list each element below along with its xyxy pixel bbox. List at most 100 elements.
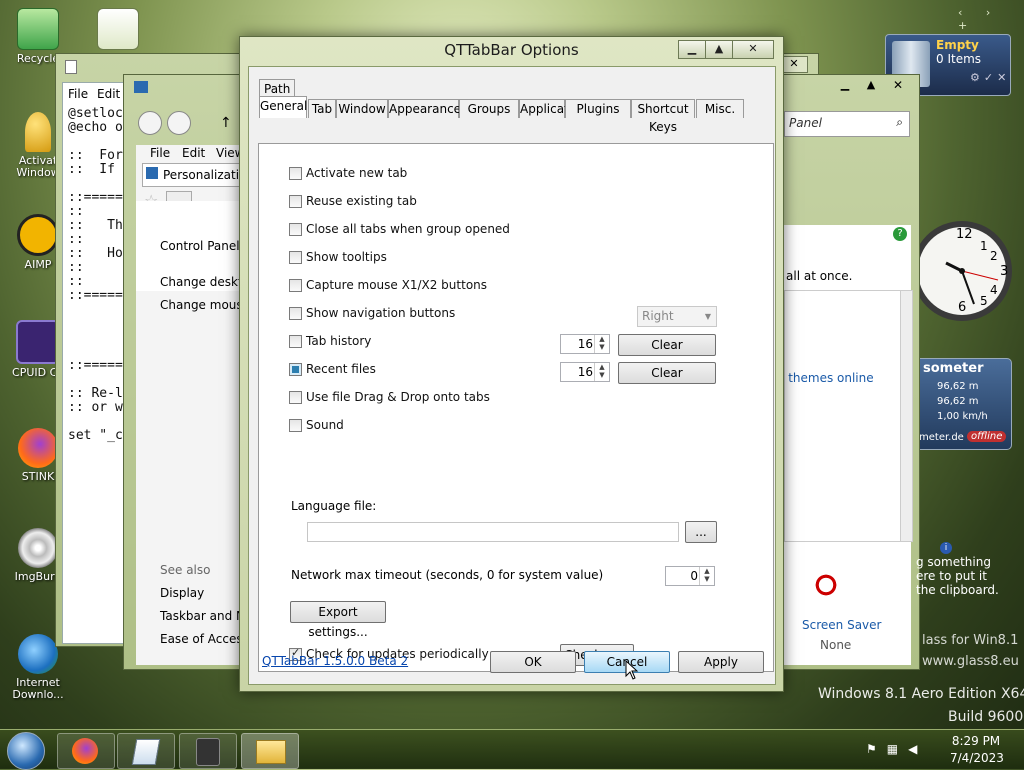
cp-right-content: ? all at once. e themes online Screen Sa… [777,225,913,665]
option-label: Show tooltips [306,250,387,264]
checkbox[interactable] [289,307,302,320]
checkbox[interactable] [289,167,302,180]
see-also-ease-link[interactable]: Ease of Access [160,632,249,646]
checkbox[interactable] [289,419,302,432]
tab-appearance[interactable]: Appearance [388,99,461,118]
clock-time: 8:29 PM [951,734,1001,748]
screen-saver-link[interactable]: Screen Saver [802,618,881,632]
themes-scrollbar[interactable] [900,290,913,542]
notepad-line: ::===== [68,190,123,205]
cp-close-button[interactable]: ✕ [885,77,911,93]
apply-button[interactable]: Apply [678,651,764,673]
recycle-bin-icon [17,8,59,50]
gadget-nav-arrows[interactable]: ‹ › + [958,6,1024,32]
option-label: Close all tabs when group opened [306,222,510,236]
get-themes-online-link[interactable]: e themes online [777,371,874,385]
taskbar-clock[interactable]: 8:29 PM 7/4/2023 [950,734,1004,765]
tab-groups[interactable]: Groups [459,99,519,118]
version-link[interactable]: QTTabBar 1.5.0.0 Beta 2 [262,654,408,668]
speedometer-gadget[interactable]: someter 96,62 m 96,62 m 1,00 km/h meter.… [914,358,1012,450]
tab-tab[interactable]: Tab [308,99,336,118]
dialog-minimize-button[interactable]: ▁ [678,40,706,59]
dialog-maximize-button[interactable]: ▲ [705,40,733,59]
checkbox[interactable] [289,279,302,292]
stepper-arrows-icon[interactable]: ▲ ▼ [594,335,609,353]
option-label: Reuse existing tab [306,194,417,208]
network-timeout-stepper[interactable]: 0 ▲ ▼ [665,566,715,586]
stepper-arrows-icon[interactable]: ▲ ▼ [699,567,714,585]
notepad-line [68,317,123,331]
tab-general[interactable]: General [259,96,307,118]
network-icon[interactable]: ▦ [887,742,908,756]
notepad-line: :: Re-l [68,386,123,401]
volume-muted-icon[interactable]: ◀ [908,742,927,756]
nav-position-select[interactable]: Right ▼ [637,306,717,327]
cp-left-pane: File Edit View Personalizatio ☆ Control … [136,145,252,665]
recent-files-stepper[interactable]: 16 ▲ ▼ [560,362,610,382]
cp-minimize-button[interactable]: ▁ [833,77,857,93]
clock-gadget: 12 3 6 1 2 4 5 [912,221,1012,321]
taskbar-calculator[interactable] [179,733,237,769]
tip-line: ere to put it [916,569,987,583]
checkbox[interactable] [289,223,302,236]
tab-shortcut-keys[interactable]: Shortcut Keys [631,99,695,134]
forward-button[interactable] [167,111,191,135]
help-icon[interactable]: ? [893,227,907,241]
dialog-client-area: Path General Tab Window Appearance Groups App… [248,66,776,685]
glass-watermark-line2: www.glass8.eu [922,654,1019,669]
network-timeout-value: 0 [690,569,698,583]
cp-menu-edit[interactable]: Edit [182,146,205,160]
cp-search-box[interactable]: Panel ⌕ [784,111,910,137]
option-label: Capture mouse X1/X2 buttons [306,278,488,292]
checkbox[interactable] [289,363,302,376]
qttabbar-options-dialog[interactable]: QTTabBar Options ▁ ▲ ✕ Path General Tab Wi… [239,36,784,692]
tip-line: g something [916,555,991,569]
cp-link-desktop[interactable]: Change deskto [160,275,250,289]
tab-label: Path [264,82,291,96]
tray-icons[interactable]: ⚑▦◀ [866,742,927,756]
start-button[interactable] [7,732,45,770]
cp-link-mouse[interactable]: Change mouse [160,298,250,312]
tab-plugins[interactable]: Plugins [565,99,631,118]
tab-window[interactable]: Window [336,99,388,118]
svg-text:3: 3 [1000,264,1008,279]
desktop-icon-notepad[interactable] [88,8,148,53]
export-settings-button[interactable]: Export settings... [290,601,386,639]
cp-menu-file[interactable]: File [150,146,170,160]
screen-saver-icon[interactable] [806,565,846,605]
notepad-menu-file[interactable]: File [68,87,88,101]
cp-maximize-button[interactable]: ▲ [859,77,883,93]
clear-tab-history-button[interactable]: Clear [618,334,716,356]
notepad-line: :: Th [68,218,123,233]
clear-recent-files-button[interactable]: Clear [618,362,716,384]
checkbox[interactable] [289,251,302,264]
tab-misc[interactable]: Misc. [696,99,744,118]
action-center-flag-icon[interactable]: ⚑ [866,742,887,756]
browse-language-button[interactable]: ... [685,521,717,543]
checkbox[interactable] [289,391,302,404]
taskbar-explorer[interactable] [241,733,299,769]
tab-history-stepper[interactable]: 16 ▲ ▼ [560,334,610,354]
ok-button[interactable]: OK [490,651,576,673]
cp-address-bar[interactable]: Personalizatio [142,163,246,187]
desktop-icon-label: Internet Downlo... [12,676,64,701]
language-file-input[interactable] [307,522,679,542]
see-also-display-link[interactable]: Display [160,586,204,600]
option-label: Recent files [306,362,376,376]
taskbar-notepad[interactable] [117,733,175,769]
stepper-arrows-icon[interactable]: ▲ ▼ [594,363,609,381]
dialog-close-button[interactable]: ✕ [732,40,774,59]
tab-applications[interactable]: Applications [519,99,593,118]
notepad-close-button[interactable]: ✕ [780,56,808,73]
clipboard-tip: g something ere to put it the clipboard. [916,555,999,597]
back-button[interactable] [138,111,162,135]
checkbox[interactable] [289,335,302,348]
taskbar-firefox[interactable] [57,733,115,769]
network-timeout-label: Network max timeout (seconds, 0 for syst… [291,568,604,582]
checkbox[interactable] [289,195,302,208]
themes-list[interactable]: e themes online [777,290,902,542]
up-arrow-icon[interactable]: ↑ [220,115,232,131]
recycle-gadget-controls[interactable]: ⚙✓✕ [970,71,1010,84]
notepad-menu-edit[interactable]: Edit [97,87,120,101]
notepad-line: :: or w [68,400,123,415]
